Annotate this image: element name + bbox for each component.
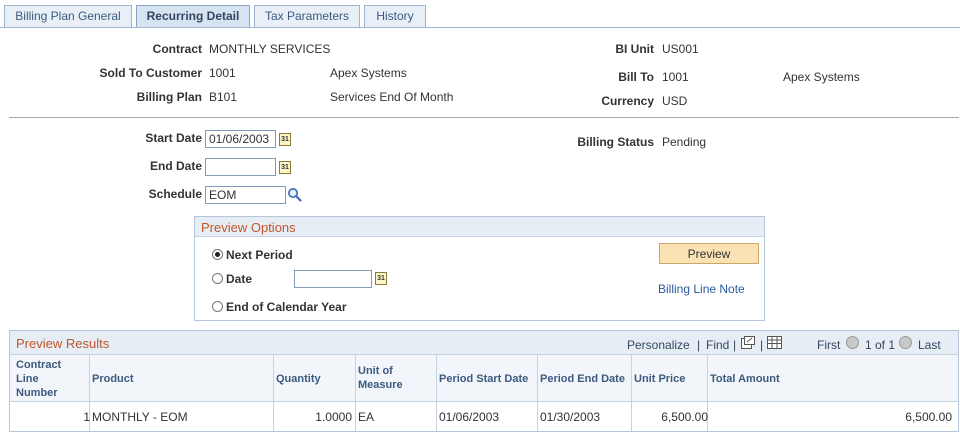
schedule-label: Schedule xyxy=(148,187,202,201)
bill-to-name: Apex Systems xyxy=(783,70,860,84)
col-line-text-c: Number xyxy=(16,387,58,399)
schedule-input[interactable] xyxy=(205,186,286,204)
column-divider xyxy=(273,355,274,431)
end-date-label: End Date xyxy=(149,159,202,173)
billing-plan-id: B101 xyxy=(209,90,238,104)
sold-to-name: Apex Systems xyxy=(330,66,407,80)
billing-status-label: Billing Status xyxy=(577,135,654,149)
cell-period-start: 01/06/2003 xyxy=(439,410,500,424)
billing-plan-label: Billing Plan xyxy=(136,90,202,104)
cell-unit-price: 6,500.00 xyxy=(661,410,708,424)
column-divider xyxy=(436,355,437,431)
cell-uom: EA xyxy=(358,410,375,424)
magnifier-icon[interactable] xyxy=(287,187,302,202)
cell-line-number: 1 xyxy=(83,410,90,424)
cell-quantity: 1.0000 xyxy=(315,410,352,424)
row-range: 1 of 1 xyxy=(865,338,896,352)
tab-tax-parameters[interactable]: Tax Parameters xyxy=(254,5,360,27)
preview-options-header: Preview Options xyxy=(195,217,764,237)
col-unit-of-measure[interactable]: Unit of Measure xyxy=(358,364,403,392)
calendar-icon[interactable]: 31 xyxy=(375,272,387,285)
billing-status-value: Pending xyxy=(662,135,707,149)
find-link[interactable]: Find xyxy=(706,338,729,352)
prev-arrow-icon[interactable] xyxy=(846,336,859,349)
cell-product: MONTHLY - EOM xyxy=(92,410,188,424)
col-line-text-a: Contract xyxy=(16,359,62,371)
tab-underline xyxy=(0,27,960,28)
cell-period-end: 01/30/2003 xyxy=(540,410,601,424)
next-arrow-icon[interactable] xyxy=(899,336,912,349)
preview-date-input[interactable] xyxy=(294,270,372,288)
last-label: Last xyxy=(918,338,941,352)
col-period-end-date[interactable]: Period End Date xyxy=(540,372,625,386)
currency-value: USD xyxy=(662,94,688,108)
col-period-start-date[interactable]: Period Start Date xyxy=(439,372,528,386)
col-uom-text-a: Unit of xyxy=(358,365,393,377)
preview-results-title: Preview Results xyxy=(16,336,110,351)
contract-label: Contract xyxy=(152,42,202,56)
col-uom-text-b: Measure xyxy=(358,379,403,391)
start-date-input[interactable] xyxy=(205,130,276,148)
contract-value: MONTHLY SERVICES xyxy=(209,42,331,56)
bi-unit-label: BI Unit xyxy=(615,42,654,56)
col-total-amount[interactable]: Total Amount xyxy=(710,372,780,386)
next-period-radio[interactable] xyxy=(212,249,223,260)
col-quantity[interactable]: Quantity xyxy=(276,372,321,386)
col-unit-price[interactable]: Unit Price xyxy=(634,372,685,386)
date-radio[interactable] xyxy=(212,273,223,284)
column-divider xyxy=(631,355,632,431)
calendar-icon[interactable]: 31 xyxy=(279,161,291,174)
bill-to-label: Bill To xyxy=(618,70,654,84)
first-label: First xyxy=(817,338,841,352)
col-line-text-b: Line xyxy=(16,373,39,385)
grid-toolbar: Preview Results Personalize | Find | | F… xyxy=(10,331,958,355)
col-contract-line-number[interactable]: Contract Line Number xyxy=(16,358,61,400)
bi-unit-value: US001 xyxy=(662,42,699,56)
toolbar-separator: | xyxy=(733,338,737,352)
end-of-year-radio[interactable] xyxy=(212,301,223,312)
toolbar-separator: | xyxy=(760,338,764,352)
currency-label: Currency xyxy=(601,94,654,108)
tab-recurring-detail[interactable]: Recurring Detail xyxy=(136,5,250,28)
section-divider xyxy=(9,117,959,118)
spreadsheet-icon[interactable] xyxy=(767,336,782,349)
view-all-icon[interactable] xyxy=(741,336,755,349)
billing-line-note-link[interactable]: Billing Line Note xyxy=(658,282,745,296)
next-period-label: Next Period xyxy=(226,248,293,262)
end-date-input[interactable] xyxy=(205,158,276,176)
cell-total-amount: 6,500.00 xyxy=(905,410,952,424)
end-of-year-label: End of Calendar Year xyxy=(226,300,347,314)
sold-to-id: 1001 xyxy=(209,66,236,80)
tab-history[interactable]: History xyxy=(364,5,426,27)
toolbar-separator: | xyxy=(697,338,701,352)
column-divider xyxy=(537,355,538,431)
date-label: Date xyxy=(226,272,253,286)
column-divider xyxy=(355,355,356,431)
sold-to-label: Sold To Customer xyxy=(99,66,202,80)
tab-billing-plan-general[interactable]: Billing Plan General xyxy=(4,5,132,27)
billing-plan-desc: Services End Of Month xyxy=(330,90,454,104)
col-product[interactable]: Product xyxy=(92,372,134,386)
bill-to-id: 1001 xyxy=(662,70,689,84)
preview-button[interactable]: Preview xyxy=(659,243,759,264)
start-date-label: Start Date xyxy=(145,131,202,145)
preview-results-grid: Preview Results Personalize | Find | | F… xyxy=(9,330,959,432)
calendar-icon[interactable]: 31 xyxy=(279,133,291,146)
preview-options-title: Preview Options xyxy=(201,220,296,235)
personalize-link[interactable]: Personalize xyxy=(627,338,690,352)
